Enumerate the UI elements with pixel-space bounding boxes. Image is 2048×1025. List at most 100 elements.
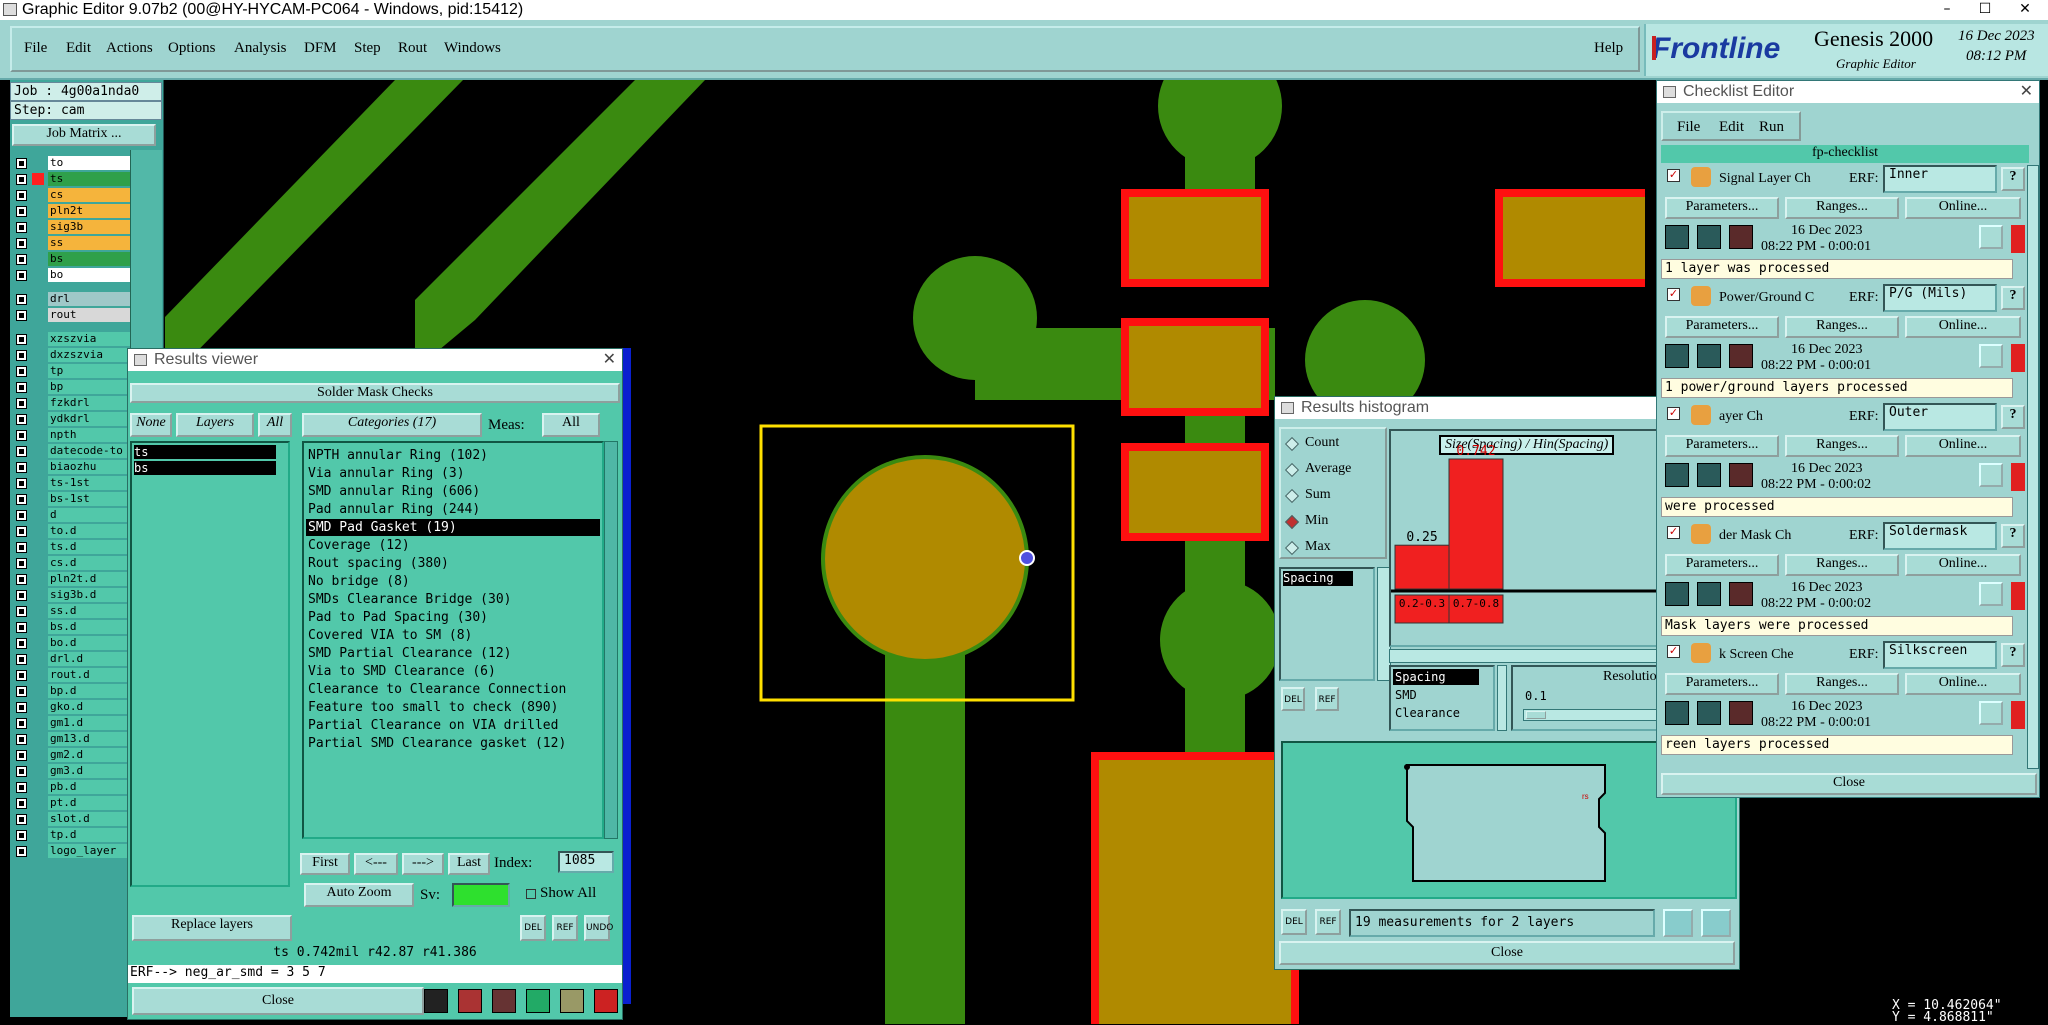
layer-checkbox[interactable]	[16, 238, 27, 249]
layer-checkbox[interactable]	[16, 846, 27, 857]
layer-checkbox[interactable]	[16, 270, 27, 281]
prev-button[interactable]: <---	[354, 853, 398, 875]
help-button[interactable]: ?	[2001, 524, 2025, 548]
run-icon[interactable]	[1665, 701, 1689, 725]
layer-checkbox[interactable]	[16, 574, 27, 585]
layer-checkbox[interactable]	[16, 830, 27, 841]
ranges-button[interactable]: Ranges...	[1785, 673, 1899, 695]
layer-checkbox[interactable]	[16, 686, 27, 697]
menu-help[interactable]: Help	[1594, 40, 1624, 57]
erf-dropdown[interactable]: P/G (Mils)	[1883, 284, 1997, 312]
ranges-button[interactable]: Ranges...	[1785, 197, 1899, 219]
category-item[interactable]: Rout spacing (380)	[306, 555, 600, 572]
ranges-button[interactable]: Ranges...	[1785, 435, 1899, 457]
all-button[interactable]: All	[258, 413, 292, 437]
run-icon[interactable]	[1729, 225, 1753, 249]
menu-edit[interactable]: Edit	[66, 40, 91, 57]
radio-diamond-icon[interactable]	[1284, 462, 1300, 478]
menu-dfm[interactable]: DFM	[304, 40, 337, 57]
slider-handle[interactable]	[1526, 711, 1546, 719]
tool-icon-3[interactable]	[492, 989, 516, 1013]
run-icon[interactable]	[1729, 701, 1753, 725]
layer-checkbox[interactable]	[16, 158, 27, 169]
layer-checkbox[interactable]	[16, 510, 27, 521]
list-item[interactable]: ts	[134, 445, 276, 459]
category-item[interactable]: Via annular Ring (3)	[306, 465, 600, 482]
layer-checkbox[interactable]	[16, 190, 27, 201]
show-all-checkbox[interactable]	[526, 889, 536, 899]
meas-dropdown[interactable]: All	[542, 413, 600, 437]
category-item[interactable]: Partial Clearance on VIA drilled	[306, 717, 600, 734]
zoom-icon[interactable]	[1979, 582, 2003, 606]
measure-type-item[interactable]: SMD	[1393, 687, 1479, 703]
category-item[interactable]: Feature too small to check (890)	[306, 699, 600, 716]
layer-result-list[interactable]: ts bs	[130, 441, 290, 887]
parameters-button[interactable]: Parameters...	[1665, 554, 1779, 576]
layer-checkbox[interactable]	[16, 542, 27, 553]
category-item[interactable]: Partial SMD Clearance gasket (12)	[306, 735, 600, 752]
aggregate-option[interactable]: Min	[1284, 511, 1381, 533]
checklist-menu-edit[interactable]: Edit	[1719, 119, 1744, 136]
layer-checkbox[interactable]	[16, 334, 27, 345]
zoom-icon[interactable]	[1979, 344, 2003, 368]
category-item[interactable]: SMD annular Ring (606)	[306, 483, 600, 500]
run-icon[interactable]	[1729, 344, 1753, 368]
menu-file[interactable]: File	[24, 40, 47, 57]
close-icon[interactable]: ✕	[603, 349, 616, 371]
menu-analysis[interactable]: Analysis	[234, 40, 287, 57]
layer-checkbox[interactable]	[16, 206, 27, 217]
layer-checkbox[interactable]	[16, 766, 27, 777]
layer-checkbox[interactable]	[16, 446, 27, 457]
preview-del-button[interactable]: DEL	[1281, 909, 1307, 935]
category-item[interactable]: Coverage (12)	[306, 537, 600, 554]
menu-actions[interactable]: Actions	[106, 40, 153, 57]
layer-name[interactable]: xzszvia	[48, 332, 143, 346]
layer-name[interactable]: cs	[48, 188, 143, 202]
layer-checkbox[interactable]	[16, 734, 27, 745]
histogram-bar[interactable]	[1448, 458, 1504, 590]
layer-checkbox[interactable]	[16, 782, 27, 793]
layer-name[interactable]: drl	[48, 292, 143, 306]
layer-checkbox[interactable]	[16, 222, 27, 233]
parameters-button[interactable]: Parameters...	[1665, 316, 1779, 338]
aggregate-option[interactable]: Sum	[1284, 485, 1381, 507]
measure-list[interactable]: Spacing	[1279, 567, 1375, 681]
tool-icon-5[interactable]	[560, 989, 584, 1013]
layer-checkbox[interactable]	[16, 638, 27, 649]
tool-icon-4[interactable]	[526, 989, 550, 1013]
layer-checkbox[interactable]	[16, 670, 27, 681]
type-scrollbar[interactable]	[1497, 665, 1507, 731]
chart-icon[interactable]	[594, 989, 618, 1013]
layer-checkbox[interactable]	[16, 254, 27, 265]
item-checkbox[interactable]: ✓	[1667, 526, 1680, 539]
category-item[interactable]: Via to SMD Clearance (6)	[306, 663, 600, 680]
category-list[interactable]: NPTH annular Ring (102) Via annular Ring …	[302, 441, 604, 839]
layer-name[interactable]: pln2t	[48, 204, 143, 218]
menu-step[interactable]: Step	[354, 40, 381, 57]
layer-name[interactable]: sig3b	[48, 220, 143, 234]
none-button[interactable]: None	[130, 413, 172, 437]
item-checkbox[interactable]: ✓	[1667, 169, 1680, 182]
check-group-header[interactable]: Solder Mask Checks	[130, 383, 620, 403]
ref-button[interactable]: REF	[552, 915, 578, 941]
histogram-bar[interactable]	[1394, 544, 1450, 590]
sv-color-dropdown[interactable]	[452, 883, 510, 907]
tool-icon-1[interactable]	[424, 989, 448, 1013]
zoom-icon[interactable]	[1979, 463, 2003, 487]
category-item[interactable]: Pad annular Ring (244)	[306, 501, 600, 518]
run-icon[interactable]	[1697, 463, 1721, 487]
radio-diamond-icon[interactable]	[1284, 540, 1300, 556]
layer-name[interactable]: ss	[48, 236, 143, 250]
online-button[interactable]: Online...	[1905, 316, 2021, 338]
layer-checkbox[interactable]	[16, 654, 27, 665]
menu-rout[interactable]: Rout	[398, 40, 427, 57]
measure-type-item[interactable]: Clearance	[1393, 705, 1479, 721]
category-item[interactable]: SMD Pad Gasket (19)	[306, 519, 600, 536]
erf-dropdown[interactable]: Outer	[1883, 403, 1997, 431]
checklist-menu-run[interactable]: Run	[1759, 119, 1784, 136]
layer-checkbox[interactable]	[16, 174, 27, 185]
run-icon[interactable]	[1665, 344, 1689, 368]
run-icon[interactable]	[1665, 463, 1689, 487]
layers-button[interactable]: Layers	[176, 413, 254, 437]
category-scrollbar[interactable]	[604, 441, 618, 839]
